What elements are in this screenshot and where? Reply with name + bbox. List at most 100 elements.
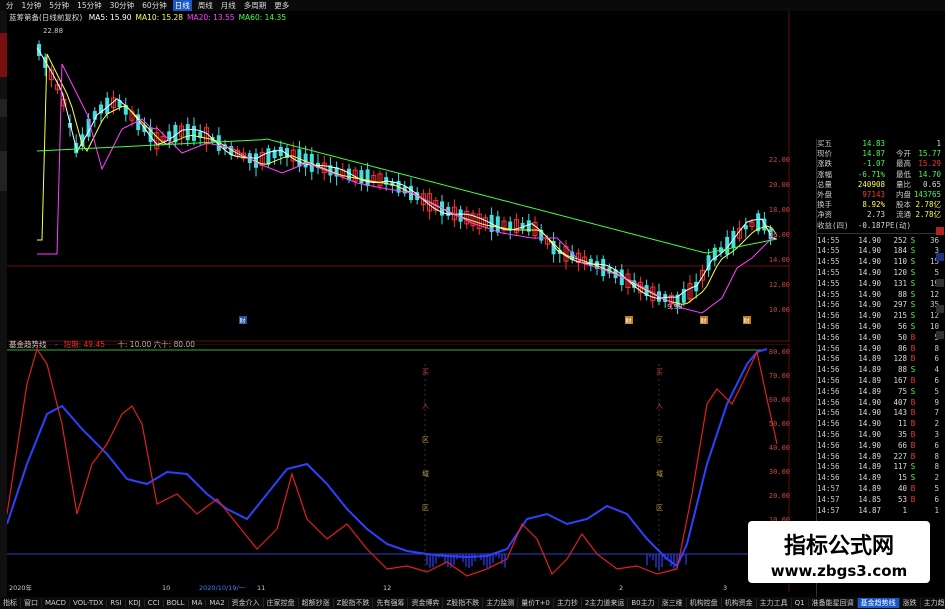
indicator-tab[interactable]: 主力趋	[921, 598, 945, 608]
quote-label: 最低	[896, 169, 911, 179]
main-kline-chart[interactable]: 蓝筹第备(日线前复权) MA5: 15.90 MA10: 15.28 MA20: 1…	[7, 11, 790, 342]
period-tab[interactable]: 30分钟	[108, 0, 137, 11]
tick-time: 14:56	[817, 408, 840, 418]
toolbar-icon[interactable]	[936, 253, 944, 261]
tick-volume: 88	[897, 289, 907, 299]
indicator-tab[interactable]: 涨跌	[900, 598, 921, 608]
tick-price: 14.90	[858, 278, 881, 288]
side-tab[interactable]	[0, 99, 7, 117]
indicator-tab[interactable]: 超额抄涨	[299, 598, 334, 608]
tick-row: 14:56 14.89 88 S 4	[817, 365, 945, 376]
quote-label: 最高	[896, 159, 911, 169]
quote-value: 14.70	[918, 169, 941, 179]
tick-volume: 227	[893, 451, 907, 461]
indicator-tab[interactable]: 2主力道来运	[582, 598, 629, 608]
tick-time: 14:55	[817, 278, 840, 288]
tick-side: B	[910, 494, 916, 504]
period-tab[interactable]: 月线	[219, 0, 238, 11]
indicator-tab[interactable]: 资金介入	[229, 598, 264, 608]
tick-row: 14:56 14.90 297 S 35	[817, 300, 945, 311]
tick-volume: 35	[897, 430, 907, 440]
watermark-url: www.zbgs3.com	[770, 562, 908, 580]
toolbar-icon[interactable]	[936, 279, 944, 287]
indicator-tab[interactable]: MA2	[206, 599, 229, 607]
tick-price: 14.89	[858, 354, 881, 364]
tick-side: B	[910, 376, 916, 386]
period-tab[interactable]: 分	[4, 0, 16, 11]
indicator-tab[interactable]: BOLL	[164, 599, 189, 607]
tick-volume: 167	[893, 376, 907, 386]
tick-row: 14:56 14.90 11 B 2	[817, 419, 945, 430]
indicator-tab[interactable]: 准备能星回调	[809, 598, 858, 608]
tick-price: 14.90	[858, 397, 881, 407]
side-tab[interactable]	[0, 151, 7, 191]
indicator-tab[interactable]: B0主力	[628, 598, 659, 608]
indicator-chart[interactable]: 基金趋势线 -短期: 49.45 十: 10.00 六十: 80.00 买入区域…	[7, 340, 790, 592]
indicator-tab[interactable]: 窗口	[21, 598, 42, 608]
period-tab[interactable]: 15分钟	[75, 0, 104, 11]
tick-price: 14.90	[858, 246, 881, 256]
watermark-logo: 指标公式网 www.zbgs3.com	[748, 521, 930, 583]
tick-side: S	[910, 257, 916, 267]
tick-time: 14:57	[817, 505, 840, 515]
indicator-tab[interactable]: 资金博弈	[408, 598, 444, 608]
tick-volume: 15	[897, 473, 907, 483]
tick-side: S	[910, 268, 916, 278]
period-tab[interactable]: 1分钟	[20, 0, 44, 11]
tick-time: 14:56	[817, 430, 840, 440]
quote-value: 14.83	[862, 139, 885, 148]
indicator-tab[interactable]: 先有强筹	[373, 598, 409, 608]
quote-label: 总量	[817, 179, 832, 189]
indicator-tab[interactable]: Q1	[792, 599, 809, 607]
period-tab[interactable]: 日线	[172, 0, 192, 11]
period-tab[interactable]: 周线	[196, 0, 215, 11]
indicator-tab[interactable]: CCI	[145, 599, 164, 607]
indicator-tab[interactable]: 机构控盘	[687, 598, 722, 608]
indicator-tab[interactable]: 机构资金	[722, 598, 757, 608]
quote-value: 2.73	[866, 210, 885, 220]
indicator-tab[interactable]: MACD	[42, 599, 70, 607]
indicator-tab[interactable]: MA	[189, 599, 207, 607]
toolbar-icon[interactable]	[936, 305, 944, 313]
quote-label: 流通	[896, 210, 911, 220]
indicator-axis-tick: 20.00	[768, 492, 790, 500]
tick-list[interactable]: 14:55 14.90 252 S 36 14:55 14.90 184 S 3 14:55 14.9…	[817, 236, 945, 517]
indicator-tab[interactable]: RSI	[107, 599, 126, 607]
quote-label: 外盘	[817, 189, 832, 199]
indicator-tab[interactable]: 主力监测	[483, 598, 519, 608]
tick-price: 14.90	[858, 257, 881, 267]
quote-label: 买五	[817, 139, 832, 148]
period-tab[interactable]: 更多	[272, 0, 291, 11]
tick-row: 14:56 14.90 35 B 3	[817, 430, 945, 441]
period-tab[interactable]: 60分钟	[140, 0, 169, 11]
indicator-tab[interactable]: 量价T+0	[518, 598, 554, 608]
indicator-tab[interactable]: 基金趋势线	[857, 598, 900, 608]
tick-time: 14:55	[817, 257, 840, 267]
indicator-tab[interactable]: 指标	[0, 598, 21, 608]
tick-row: 14:55 14.90 252 S 36	[817, 236, 945, 247]
side-tab[interactable]	[0, 33, 7, 77]
indicator-tab[interactable]: Z股指不跌	[443, 598, 484, 608]
indicator-tab[interactable]: KDJ	[126, 599, 145, 607]
tick-row: 14:56 14.89 75 S 5	[817, 387, 945, 398]
indicator-tab[interactable]: VOL-TDX	[70, 599, 108, 607]
indicator-tab[interactable]: Z股指不跌	[334, 598, 374, 608]
quote-label: 内盘	[896, 189, 911, 199]
tick-price: 14.90	[858, 289, 881, 299]
indicator-tab[interactable]: 庄家控盘	[264, 598, 299, 608]
toolbar-icon[interactable]	[936, 331, 944, 339]
quote-row: 涨跌 -1.07 最高 15.29	[817, 159, 945, 169]
period-tab[interactable]: 多周期	[242, 0, 269, 11]
tick-row: 14:57 14.87 1 1	[817, 506, 945, 517]
tick-row: 14:57 14.85 53 B 6	[817, 495, 945, 506]
tick-time: 14:56	[817, 473, 840, 483]
toolbar-icon[interactable]	[936, 227, 944, 235]
tick-volume: 407	[893, 397, 907, 407]
indicator-tab[interactable]: 主力工具	[757, 598, 792, 608]
indicator-tab[interactable]: 主力抄	[554, 598, 582, 608]
quote-label: 涨跌	[817, 159, 832, 169]
period-tab[interactable]: 5分钟	[47, 0, 71, 11]
tick-side: S	[910, 235, 916, 245]
indicator-tab[interactable]: 涨三维	[659, 598, 687, 608]
quote-row: 现价 14.87 今开 15.77	[817, 149, 945, 159]
